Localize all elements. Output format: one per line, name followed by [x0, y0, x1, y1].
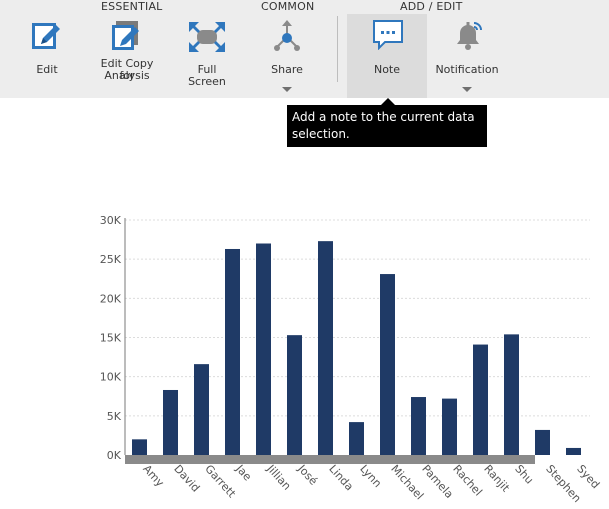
x-tick-label: Jae: [233, 462, 255, 484]
x-tick-label: Linda: [326, 462, 356, 493]
x-tick-label: Michael: [388, 462, 426, 502]
bar-michael: [380, 274, 395, 455]
bar-rachel: [442, 398, 457, 455]
bar-linda: [318, 241, 333, 455]
x-tick-label: Shu: [512, 462, 536, 486]
y-tick-label: 25K: [100, 253, 122, 266]
bar-ranjit: [473, 344, 488, 455]
y-tick-label: 10K: [100, 371, 122, 384]
bar-shu: [504, 334, 519, 455]
x-tick-label: Syed: [574, 462, 602, 491]
x-tick-label: José: [295, 462, 321, 488]
x-tick-label: Garrett: [202, 462, 238, 500]
y-tick-label: 5K: [107, 410, 122, 423]
y-tick-label: 20K: [100, 292, 122, 305]
bar-pamela: [411, 397, 426, 455]
x-tick-label: David: [171, 462, 202, 494]
x-tick-label: Jillian: [264, 462, 294, 493]
bar-jae: [225, 248, 240, 455]
x-tick-label: Rachel: [450, 462, 484, 498]
bar-syed: [566, 447, 581, 455]
x-tick-label: Lynn: [357, 462, 384, 490]
x-tick-label: Pamela: [419, 462, 456, 501]
bar-chart: 0K 5K 10K 15K 20K 25K 30K Amy David GarrettJae Jil…: [100, 214, 602, 505]
bar-josé: [287, 335, 302, 455]
x-tick-label: Ranjit: [481, 462, 512, 495]
bar-garrett: [194, 364, 209, 455]
bar-david: [163, 389, 178, 455]
bar-lynn: [349, 422, 364, 455]
bar-jillian: [256, 243, 271, 455]
selection-band: [125, 455, 535, 464]
bar-stephen: [535, 429, 550, 455]
x-tick-label: Amy: [140, 462, 167, 489]
y-tick-label: 30K: [100, 214, 122, 227]
y-tick-label: 15K: [100, 332, 122, 345]
y-tick-label: 0K: [107, 449, 122, 462]
bar-amy: [132, 439, 147, 455]
